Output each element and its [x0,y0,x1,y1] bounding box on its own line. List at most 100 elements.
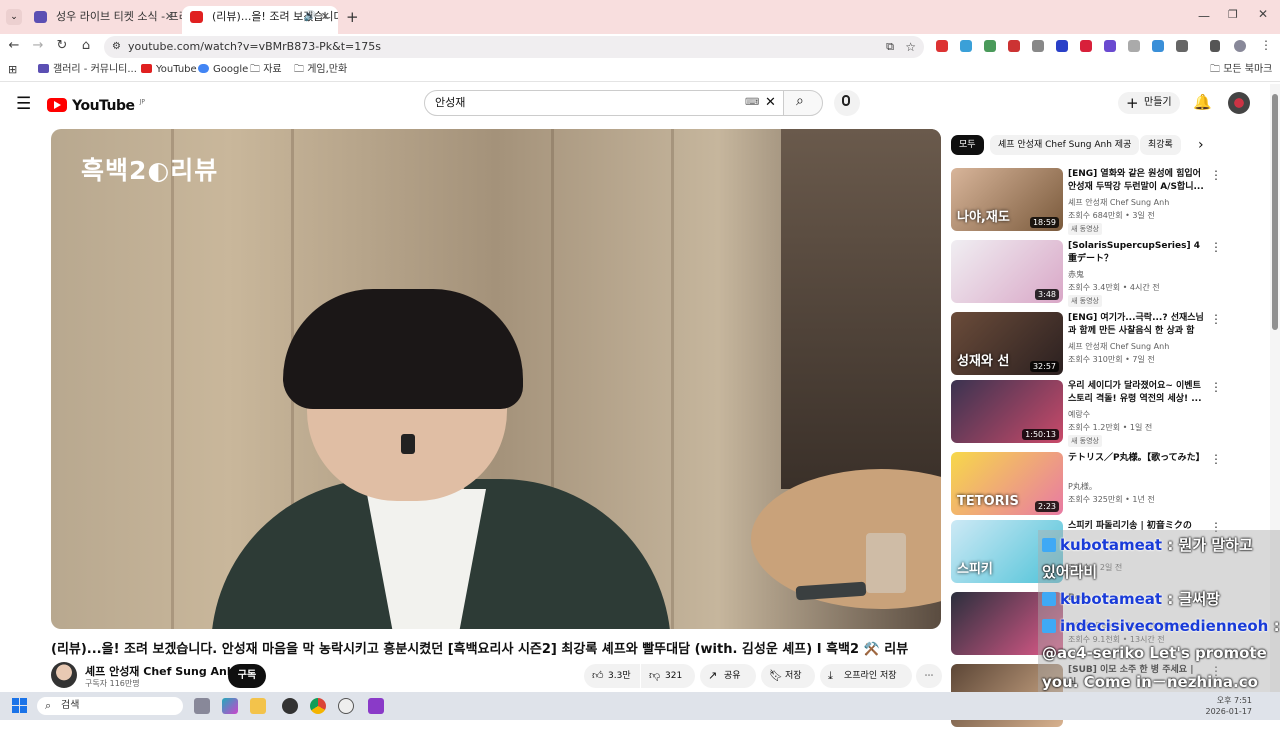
extension-icon-5[interactable] [1032,40,1044,52]
tab-search-button[interactable]: ⌄ [6,9,22,25]
copilot-icon[interactable] [222,698,238,714]
hamburger-menu-icon[interactable]: ☰ [16,94,31,114]
extension-icon-8[interactable] [1104,40,1116,52]
extension-icon-2[interactable] [960,40,972,52]
chevron-right-icon[interactable]: › [1198,137,1204,153]
system-clock[interactable]: 오후 7:51 2026-01-17 [1206,695,1253,717]
search-input[interactable]: 안성재 ⌨ ✕ [424,90,784,116]
save-button[interactable]: 🔖︎ 저장 [761,664,815,688]
bookmark-gallery[interactable]: 갤러리 - 커뮤니티... [38,63,137,77]
bookmark-folder-resources[interactable]: 🗀 자료 [250,63,282,77]
close-icon[interactable]: ✕ [321,6,330,28]
recommendation-channel[interactable]: 셰프 안성재 Chef Sung Anh [1068,197,1169,208]
recommendation-channel[interactable]: 셰프 안성재 Chef Sung Anh [1068,341,1169,352]
video-thumbnail[interactable]: 3:48 [951,240,1063,303]
bookmark-youtube[interactable]: YouTube [141,63,197,77]
browser-menu-icon[interactable]: ⋮ [1260,38,1272,52]
video-thumbnail[interactable]: 성재와 선 32:57 [951,312,1063,375]
recommendation-item[interactable]: 1:50:13 우리 세이디가 달라졌어요~ 이벤트 스토리 격돌! 유령 역전의… [951,380,1222,447]
more-options-icon[interactable]: ⋮ [1210,240,1222,254]
reload-icon[interactable]: ↻ [54,38,70,54]
notifications-bell-icon[interactable]: 🔔 [1193,93,1212,111]
recommendation-title[interactable]: 우리 세이디가 달라졌어요~ 이벤트 스토리 격돌! 유령 역전의 세상! ..… [1068,380,1204,406]
recommendation-item[interactable]: TETORIS 2:23 テトリス／P丸様。【歌ってみた】 P丸様。 조회수 325만회… [951,452,1222,518]
recommendation-channel[interactable]: 예랑수 [1068,409,1090,420]
extension-icon-1[interactable] [936,40,948,52]
more-options-icon[interactable]: ⋮ [1210,380,1222,394]
like-button[interactable]: 👍︎ 3.3만 [584,664,640,688]
chip-all[interactable]: 모두 [951,135,984,155]
youtube-logo[interactable]: YouTube JP [47,95,145,114]
speaker-icon[interactable]: 🔊 [304,6,316,28]
video-duration: 32:57 [1029,361,1059,372]
recommendation-item[interactable]: 나야,재도 18:59 [ENG] 열화와 같은 원성에 힘입어 안성재 두딱강 두… [951,168,1222,235]
home-icon[interactable]: ⌂ [78,38,94,54]
dislike-button[interactable]: 👎︎ 321 [641,664,695,688]
video-thumbnail[interactable]: TETORIS 2:23 [951,452,1063,515]
back-icon[interactable]: ← [6,38,22,54]
clear-search-icon[interactable]: ✕ [765,91,776,115]
restore-button[interactable]: ❐ [1228,8,1238,21]
channel-avatar[interactable] [51,662,77,688]
search-button[interactable]: ⌕ [783,90,823,116]
voice-search-button[interactable] [834,90,860,116]
more-options-icon[interactable]: ⋮ [1210,168,1222,182]
bookmark-folder-games[interactable]: 🗀 게임,만화 [294,63,347,77]
keyboard-icon[interactable]: ⌨ [745,91,759,115]
chrome-icon[interactable] [310,698,326,714]
recommendation-title[interactable]: [SolarisSupercupSeries] 4重デート？ [1068,240,1204,266]
task-view-icon[interactable] [194,698,210,714]
extension-icon-7[interactable] [1080,40,1092,52]
avatar[interactable] [1228,92,1250,114]
new-tab-button[interactable]: + [346,8,359,26]
chat-app-icon[interactable] [338,698,354,714]
create-button[interactable]: + 만들기 [1118,92,1180,114]
video-thumbnail[interactable]: 1:50:13 [951,380,1063,443]
video-player[interactable]: 흑백2◐리뷰 [51,129,941,629]
taskbar-search[interactable]: ⌕ 검색 [37,697,183,715]
minimize-button[interactable]: — [1198,9,1210,23]
offline-save-button[interactable]: ⤓ 오프라인 저장 [820,664,912,688]
extension-icon-6[interactable] [1056,40,1068,52]
chip-choi[interactable]: 최강록 [1140,135,1181,155]
reading-list-icon[interactable] [1210,40,1220,52]
tab-live-ticket[interactable]: 성우 라이브 티켓 소식 - 프리미 ✕ [26,6,182,34]
recommendation-channel[interactable]: 赤鬼 [1068,269,1084,280]
profile-icon[interactable] [1234,40,1246,52]
channel-name[interactable]: 셰프 안성재 Chef Sung Anh [85,663,235,679]
scrollbar-thumb[interactable] [1272,94,1278,330]
apps-grid-icon[interactable]: ⊞ [8,63,17,77]
extension-icon-9[interactable] [1128,40,1140,52]
close-window-button[interactable]: ✕ [1258,7,1268,21]
recommendation-item[interactable]: 성재와 선 32:57 [ENG] 여기가...극락...? 선재스님과 함께 만든… [951,312,1222,378]
site-info-icon[interactable]: ⚙ [112,36,121,58]
install-app-icon[interactable]: ⧉ [886,36,894,58]
url-bar[interactable]: ⚙ youtube.com/watch?v=vBMrB873-Pk&t=175s… [104,36,924,58]
download-icon[interactable] [1152,40,1164,52]
extensions-puzzle-icon[interactable] [1176,40,1188,52]
file-explorer-icon[interactable] [250,698,266,714]
more-options-icon[interactable]: ⋮ [1210,312,1222,326]
share-button[interactable]: ↗ 공유 [700,664,756,688]
recommendation-title[interactable]: [ENG] 여기가...극락...? 선재스님과 함께 만든 사찰음식 한 상과… [1068,312,1204,338]
close-icon[interactable]: ✕ [165,6,174,28]
tab-youtube-video[interactable]: (리뷰)...을! 조려 보겠습니다 ✕ 🔊 [182,6,338,34]
recommendation-channel[interactable]: P丸様。 [1068,481,1097,492]
extension-icon-4[interactable] [1008,40,1020,52]
app-icon[interactable] [282,698,298,714]
extension-icon-3[interactable] [984,40,996,52]
chip-channel[interactable]: 셰프 안성재 Chef Sung Anh 제공 [990,135,1140,155]
all-bookmarks[interactable]: 🗀 모든 북마크 [1210,63,1272,77]
more-actions-button[interactable]: ⋯ [916,664,942,688]
forward-icon[interactable]: → [30,38,46,54]
recommendation-title[interactable]: テトリス／P丸様。【歌ってみた】 [1068,452,1204,465]
bookmark-star-icon[interactable]: ☆ [905,36,916,58]
bookmark-google[interactable]: Google [198,63,248,77]
recommendation-title[interactable]: [ENG] 열화와 같은 원성에 힘입어 안성재 두딱강 두런말이 A/S합니.… [1068,168,1204,194]
more-options-icon[interactable]: ⋮ [1210,452,1222,466]
media-app-icon[interactable] [368,698,384,714]
windows-start-icon[interactable] [12,698,28,714]
video-thumbnail[interactable]: 나야,재도 18:59 [951,168,1063,231]
subscribe-button[interactable]: 구독 [228,664,266,688]
recommendation-item[interactable]: 3:48 [SolarisSupercupSeries] 4重デート？ 赤鬼 조회수 … [951,240,1222,307]
